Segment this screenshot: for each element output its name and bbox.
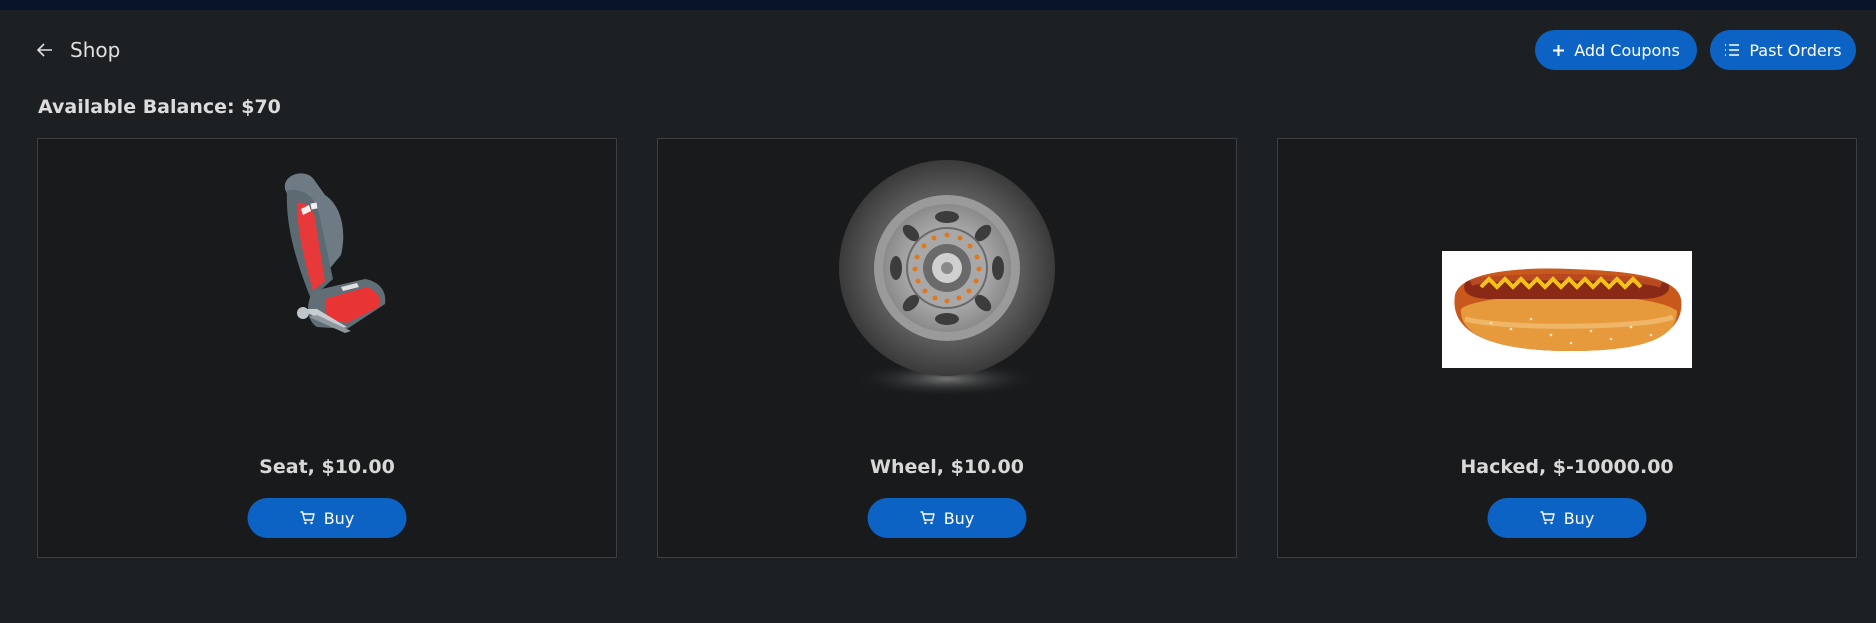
product-card-hacked: Hacked, $-10000.00 Buy: [1277, 138, 1857, 558]
available-balance: Available Balance: $70: [38, 96, 281, 118]
plus-icon: [1553, 44, 1565, 56]
product-label: Seat, $10.00: [259, 456, 395, 478]
product-label: Hacked, $-10000.00: [1460, 456, 1674, 478]
add-coupons-label: Add Coupons: [1574, 40, 1680, 60]
top-bar: [0, 0, 1876, 10]
past-orders-label: Past Orders: [1749, 40, 1842, 60]
seat-image: [284, 173, 386, 333]
buy-button[interactable]: Buy: [1487, 498, 1647, 538]
buy-label: Buy: [943, 508, 975, 528]
product-label: Wheel, $10.00: [870, 456, 1024, 478]
hotdog-image: [1442, 251, 1692, 368]
product-card-seat: Seat, $10.00 Buy: [37, 138, 617, 558]
header-actions: Add Coupons Past Orders: [1535, 30, 1856, 70]
back-arrow-icon[interactable]: [36, 41, 54, 59]
cart-icon: [300, 511, 315, 525]
buy-button[interactable]: Buy: [867, 498, 1027, 538]
product-card-wheel: Wheel, $10.00 Buy: [657, 138, 1237, 558]
page-title: Shop: [70, 38, 121, 62]
add-coupons-button[interactable]: Add Coupons: [1535, 30, 1697, 70]
product-grid: Seat, $10.00 Buy Wheel, $10.00 Buy Hacke…: [37, 138, 1857, 558]
past-orders-button[interactable]: Past Orders: [1710, 30, 1856, 70]
list-icon: [1725, 44, 1740, 56]
page-header: Shop: [36, 38, 120, 62]
buy-label: Buy: [1563, 508, 1595, 528]
cart-icon: [1540, 511, 1555, 525]
buy-button[interactable]: Buy: [247, 498, 407, 538]
cart-icon: [920, 511, 935, 525]
buy-label: Buy: [323, 508, 355, 528]
wheel-image: [839, 160, 1055, 397]
